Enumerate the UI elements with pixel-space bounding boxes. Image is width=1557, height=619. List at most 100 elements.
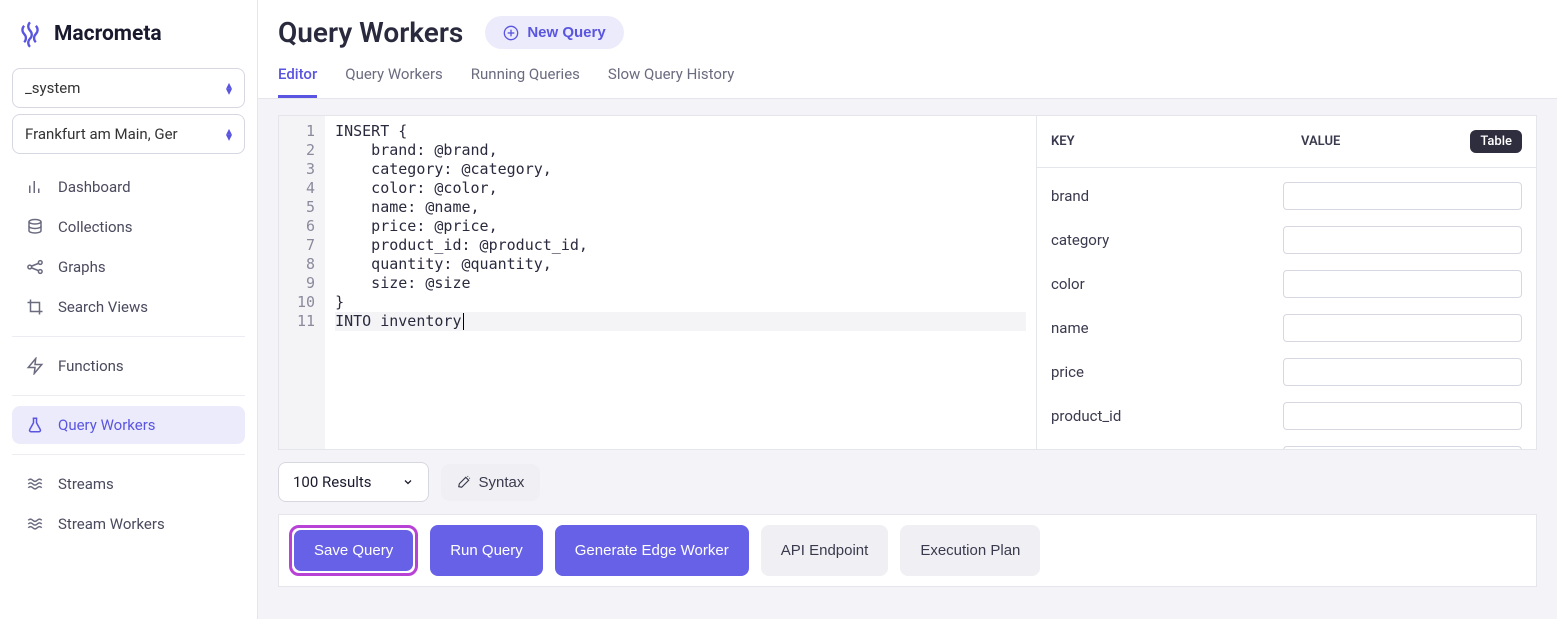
code-line[interactable]: name: @name, <box>335 198 1026 217</box>
crop-icon <box>26 298 44 316</box>
param-row: color <box>1051 262 1522 306</box>
waves-icon <box>26 515 44 533</box>
sidebar-item-label: Stream Workers <box>58 515 165 533</box>
param-key: name <box>1051 319 1271 337</box>
line-gutter: 1234567891011 <box>279 116 325 449</box>
brand-icon <box>16 20 44 48</box>
param-value-input[interactable] <box>1283 182 1522 210</box>
page-header: Query Workers New Query <box>258 0 1557 49</box>
wand-icon <box>457 475 471 489</box>
results-limit-select[interactable]: 100 Results <box>278 462 429 502</box>
run-query-button[interactable]: Run Query <box>430 525 543 576</box>
param-row: product_id <box>1051 394 1522 438</box>
bolt-icon <box>26 357 44 375</box>
param-value-input[interactable] <box>1283 358 1522 386</box>
code-line[interactable]: price: @price, <box>335 217 1026 236</box>
region-selector[interactable]: Frankfurt am Main, Ger ▴▾ <box>12 114 245 154</box>
code-line[interactable]: product_id: @product_id, <box>335 236 1026 255</box>
new-query-label: New Query <box>527 24 605 41</box>
code-editor[interactable]: 1234567891011 INSERT { brand: @brand, ca… <box>279 116 1036 449</box>
code-line[interactable]: size: @size <box>335 274 1026 293</box>
database-selector-value: _system <box>25 79 80 97</box>
execution-plan-button[interactable]: Execution Plan <box>900 525 1040 576</box>
editor-row: 1234567891011 INSERT { brand: @brand, ca… <box>278 115 1537 450</box>
table-view-toggle[interactable]: Table <box>1470 130 1522 153</box>
sidebar-item-graphs[interactable]: Graphs <box>12 248 245 286</box>
param-key: color <box>1051 275 1271 293</box>
graph-icon <box>26 258 44 276</box>
sidebar-item-streams[interactable]: Streams <box>12 465 245 503</box>
code-line[interactable]: category: @category, <box>335 160 1026 179</box>
param-row: category <box>1051 218 1522 262</box>
sidebar-item-label: Graphs <box>58 258 106 276</box>
param-key: product_id <box>1051 407 1271 425</box>
action-bar: Save Query Run Query Generate Edge Worke… <box>278 514 1537 587</box>
syntax-button[interactable]: Syntax <box>441 464 541 501</box>
toolbar: 100 Results Syntax <box>278 462 1537 502</box>
param-value-input[interactable] <box>1283 314 1522 342</box>
param-key: category <box>1051 231 1271 249</box>
sidebar-item-label: Collections <box>58 218 133 236</box>
params-key-header: KEY <box>1051 134 1171 149</box>
nav-separator <box>12 336 245 337</box>
brand-logo: Macrometa <box>12 14 245 62</box>
param-value-input[interactable] <box>1283 226 1522 254</box>
sidebar-item-collections[interactable]: Collections <box>12 208 245 246</box>
sidebar-item-label: Query Workers <box>58 416 156 434</box>
main-content: Query Workers New Query Editor Query Work… <box>258 0 1557 619</box>
param-key: brand <box>1051 187 1271 205</box>
param-row: quantity <box>1051 438 1522 449</box>
sidebar-item-label: Dashboard <box>58 178 131 196</box>
tabs: Editor Query Workers Running Queries Slow Q… <box>258 49 1557 99</box>
database-selector[interactable]: _system ▴▾ <box>12 68 245 108</box>
code-line[interactable]: color: @color, <box>335 179 1026 198</box>
sidebar-item-stream-workers[interactable]: Stream Workers <box>12 505 245 543</box>
chevron-updown-icon: ▴▾ <box>226 128 232 140</box>
nav-separator <box>12 454 245 455</box>
code-content[interactable]: INSERT { brand: @brand, category: @categ… <box>325 116 1036 449</box>
page-title: Query Workers <box>278 16 463 49</box>
waves-icon <box>26 475 44 493</box>
tab-editor[interactable]: Editor <box>278 65 317 98</box>
sidebar-item-functions[interactable]: Functions <box>12 347 245 385</box>
chevron-down-icon <box>402 476 414 488</box>
syntax-label: Syntax <box>479 474 525 491</box>
param-value-input[interactable] <box>1283 270 1522 298</box>
param-row: name <box>1051 306 1522 350</box>
code-line[interactable]: brand: @brand, <box>335 141 1026 160</box>
sidebar-item-query-workers[interactable]: Query Workers <box>12 406 245 444</box>
chevron-updown-icon: ▴▾ <box>226 82 232 94</box>
api-endpoint-button[interactable]: API Endpoint <box>761 525 889 576</box>
results-limit-value: 100 Results <box>293 473 372 491</box>
param-value-input[interactable] <box>1283 402 1522 430</box>
sidebar-item-label: Functions <box>58 357 124 375</box>
params-header: KEY VALUE Table <box>1037 116 1536 168</box>
code-line[interactable]: INTO inventory <box>335 312 1026 331</box>
tab-query-workers[interactable]: Query Workers <box>345 65 443 98</box>
tab-slow-query-history[interactable]: Slow Query History <box>608 65 734 98</box>
code-line[interactable]: } <box>335 293 1026 312</box>
save-button-highlight: Save Query <box>289 525 418 576</box>
new-query-button[interactable]: New Query <box>485 16 623 49</box>
sidebar-item-search-views[interactable]: Search Views <box>12 288 245 326</box>
save-query-button[interactable]: Save Query <box>294 530 413 571</box>
sidebar-item-label: Search Views <box>58 298 148 316</box>
param-value-input[interactable] <box>1283 446 1522 449</box>
region-selector-value: Frankfurt am Main, Ger <box>25 125 178 143</box>
param-key: price <box>1051 363 1271 381</box>
tab-running-queries[interactable]: Running Queries <box>471 65 580 98</box>
code-line[interactable]: INSERT { <box>335 122 1026 141</box>
params-panel: KEY VALUE Table brand category color name pr… <box>1036 116 1536 449</box>
code-line[interactable]: quantity: @quantity, <box>335 255 1026 274</box>
plus-circle-icon <box>503 25 519 41</box>
sidebar-item-dashboard[interactable]: Dashboard <box>12 168 245 206</box>
database-icon <box>26 218 44 236</box>
param-row: price <box>1051 350 1522 394</box>
workspace: 1234567891011 INSERT { brand: @brand, ca… <box>258 99 1557 619</box>
generate-edge-worker-button[interactable]: Generate Edge Worker <box>555 525 749 576</box>
params-body: brand category color name price product_idqua… <box>1037 168 1536 449</box>
sidebar-item-label: Streams <box>58 475 114 493</box>
sidebar-nav: Dashboard Collections Graphs Search Views Fu… <box>12 168 245 543</box>
nav-separator <box>12 395 245 396</box>
param-row: brand <box>1051 174 1522 218</box>
